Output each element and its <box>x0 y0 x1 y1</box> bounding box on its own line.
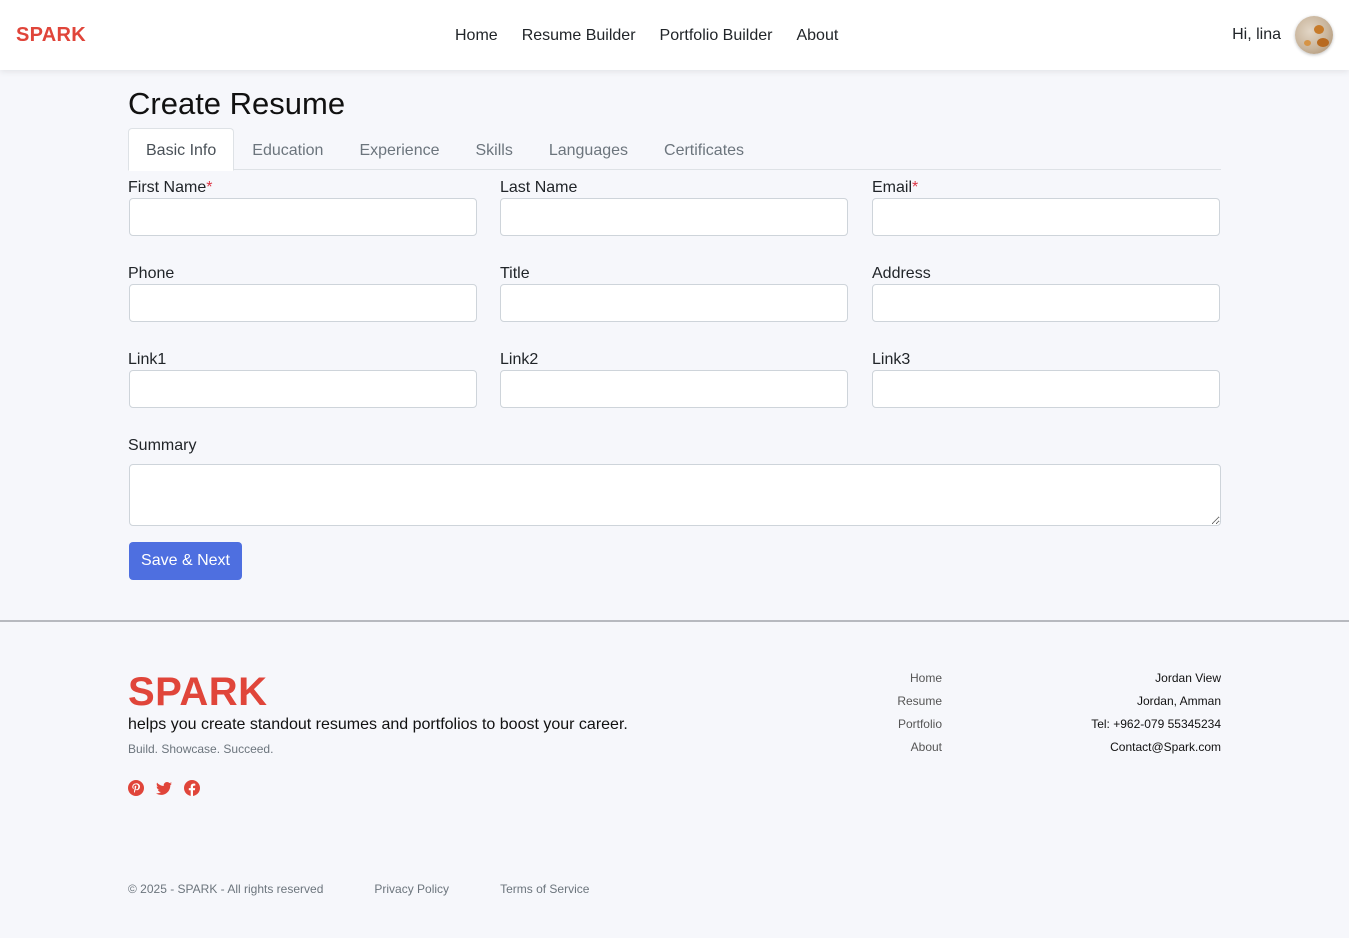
first-name-input[interactable] <box>129 198 477 236</box>
link2-input[interactable] <box>500 370 848 408</box>
email-group: Email* <box>872 178 1220 236</box>
required-marker: * <box>206 179 213 196</box>
title-label: Title <box>500 265 530 282</box>
user-menu[interactable]: Hi, lina <box>1232 16 1333 54</box>
phone-label: Phone <box>128 265 175 282</box>
nav-portfolio-builder[interactable]: Portfolio Builder <box>660 26 773 46</box>
nav-about[interactable]: About <box>796 26 838 46</box>
address-group: Address <box>872 264 1220 322</box>
tab-experience[interactable]: Experience <box>341 128 457 170</box>
link3-input[interactable] <box>872 370 1220 408</box>
avatar[interactable] <box>1295 16 1333 54</box>
email-label: Email* <box>872 179 919 196</box>
phone-group: Phone <box>128 264 477 322</box>
title-input[interactable] <box>500 284 848 322</box>
summary-label: Summary <box>128 437 197 454</box>
footer-links: Home Resume Portfolio About <box>842 670 942 762</box>
summary-textarea[interactable] <box>129 464 1221 526</box>
footer-bottom: © 2025 - SPARK - All rights reserved Pri… <box>128 882 640 896</box>
pinterest-icon[interactable] <box>128 780 144 796</box>
contact-line: Jordan View <box>1155 671 1221 685</box>
first-name-group: First Name* <box>128 178 477 236</box>
link2-label: Link2 <box>500 351 539 368</box>
tab-languages[interactable]: Languages <box>531 128 646 170</box>
link3-label: Link3 <box>872 351 911 368</box>
last-name-label: Last Name <box>500 179 578 196</box>
link1-group: Link1 <box>128 350 477 408</box>
tab-skills[interactable]: Skills <box>457 128 530 170</box>
first-name-label: First Name* <box>128 179 213 196</box>
email-input[interactable] <box>872 198 1220 236</box>
tab-education[interactable]: Education <box>234 128 341 170</box>
footer-tagline: helps you create standout resumes and po… <box>128 716 628 733</box>
top-navbar: SPARK Home Resume Builder Portfolio Buil… <box>0 0 1349 70</box>
tab-certificates[interactable]: Certificates <box>646 128 762 170</box>
phone-input[interactable] <box>129 284 477 322</box>
footer-link-resume[interactable]: Resume <box>842 693 942 716</box>
footer-link-about[interactable]: About <box>842 739 942 762</box>
tab-basic-info[interactable]: Basic Info <box>128 128 235 171</box>
brand-logo[interactable]: SPARK <box>16 24 86 47</box>
title-group: Title <box>500 264 848 322</box>
social-links <box>128 780 200 796</box>
terms-of-service-link[interactable]: Terms of Service <box>500 882 589 896</box>
footer: SPARK helps you create standout resumes … <box>0 620 1349 938</box>
privacy-policy-link[interactable]: Privacy Policy <box>374 882 449 896</box>
address-label: Address <box>872 265 931 282</box>
link1-label: Link1 <box>128 351 167 368</box>
twitter-icon[interactable] <box>156 780 172 796</box>
user-greeting: Hi, lina <box>1232 26 1281 43</box>
save-next-button[interactable]: Save & Next <box>129 542 242 580</box>
contact-email[interactable]: Contact@Spark.com <box>1020 739 1221 762</box>
footer-motto: Build. Showcase. Succeed. <box>128 742 274 756</box>
contact-line: Jordan, Amman <box>1136 694 1221 708</box>
copyright: © 2025 - SPARK - All rights reserved <box>128 882 324 896</box>
nav-resume-builder[interactable]: Resume Builder <box>522 26 636 46</box>
link1-input[interactable] <box>129 370 477 408</box>
page-title: Create Resume <box>128 86 346 121</box>
footer-link-home[interactable]: Home <box>842 670 942 693</box>
footer-contact: Jordan View Jordan, Amman Tel: +962-079 … <box>1020 670 1221 762</box>
last-name-group: Last Name <box>500 178 848 236</box>
address-input[interactable] <box>872 284 1220 322</box>
last-name-input[interactable] <box>500 198 848 236</box>
resume-tabs: Basic Info Education Experience Skills L… <box>128 128 1221 171</box>
link2-group: Link2 <box>500 350 848 408</box>
nav-home[interactable]: Home <box>455 26 498 46</box>
footer-brand: SPARK <box>128 670 268 714</box>
required-marker: * <box>912 179 919 196</box>
footer-link-portfolio[interactable]: Portfolio <box>842 716 942 739</box>
contact-phone: Tel: +962-079 55345234 <box>1091 717 1221 731</box>
facebook-icon[interactable] <box>184 780 200 796</box>
link3-group: Link3 <box>872 350 1220 408</box>
main-nav: Home Resume Builder Portfolio Builder Ab… <box>455 26 838 46</box>
